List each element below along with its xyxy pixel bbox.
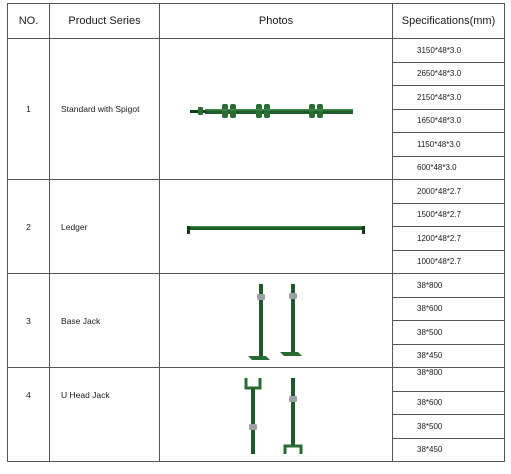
header-photos: Photos — [159, 3, 393, 39]
spec-cell: 38*450 — [392, 343, 505, 368]
base-jack-image — [248, 283, 302, 360]
spec-cell: 1150*48*3.0 — [392, 132, 505, 157]
table-row: 4 U Head Jack 38*800 — [7, 367, 505, 462]
spec-table-page: NO. Product Series Photos Specifications… — [0, 0, 511, 474]
table-row: 2 Ledger 2000*48*2.7 — [7, 179, 505, 274]
spec-cell: 1650*48*3.0 — [392, 108, 505, 133]
spec-cell: 2000*48*2.7 — [392, 179, 505, 204]
photo-u-head-jack — [159, 367, 393, 462]
spec-cell: 1000*48*2.7 — [392, 249, 505, 274]
spec-cell: 38*500 — [392, 320, 505, 345]
header-row: NO. Product Series Photos Specifications… — [7, 3, 505, 39]
standard-pipe-image — [190, 104, 353, 118]
spec-cell: 3150*48*3.0 — [392, 38, 505, 63]
table-row: 3 Base Jack 38*800 — [7, 273, 505, 368]
product-name: Ledger — [49, 179, 160, 274]
row-number: 4 — [7, 367, 50, 462]
ledger-image — [187, 225, 365, 234]
row-number: 2 — [7, 179, 50, 274]
spec-cell: 38*450 — [392, 437, 505, 462]
product-spec-table: NO. Product Series Photos Specifications… — [7, 3, 505, 462]
product-name: Standard with Spigot — [49, 38, 160, 180]
header-product-series: Product Series — [49, 3, 160, 39]
photo-standard-with-spigot — [159, 38, 393, 180]
header-specifications: Specifications(mm) — [392, 3, 505, 39]
row-number: 1 — [7, 38, 50, 180]
spec-cell: 600*48*3.0 — [392, 155, 505, 180]
row-number: 3 — [7, 273, 50, 368]
spec-cell: 1500*48*2.7 — [392, 202, 505, 227]
spec-cell: 38*500 — [392, 414, 505, 439]
spec-cell: 2150*48*3.0 — [392, 85, 505, 110]
spec-cell: 38*800 — [392, 273, 505, 298]
spec-cell: 38*800 — [392, 367, 505, 392]
product-name: U Head Jack — [49, 367, 160, 462]
spec-cell: 2650*48*3.0 — [392, 61, 505, 86]
spec-cell: 38*600 — [392, 390, 505, 415]
spec-cell: 38*600 — [392, 296, 505, 321]
photo-base-jack — [159, 273, 393, 368]
product-name: Base Jack — [49, 273, 160, 368]
spec-cell: 1200*48*2.7 — [392, 226, 505, 251]
table-row: 1 Standard with Spigot 3150*48*3.0 — [7, 38, 505, 180]
photo-ledger — [159, 179, 393, 274]
header-no: NO. — [7, 3, 50, 39]
u-head-jack-image — [244, 378, 303, 454]
